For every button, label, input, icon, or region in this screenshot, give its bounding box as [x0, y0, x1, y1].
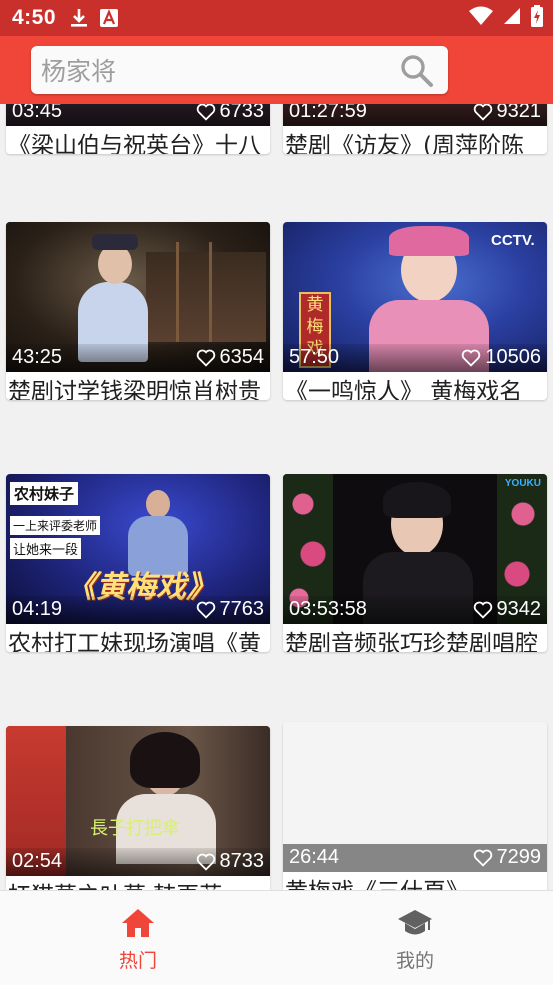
heart-icon	[473, 104, 492, 121]
video-likes: 9342	[473, 598, 542, 621]
thumb-banner-2: 一上来评委老师	[10, 516, 101, 535]
video-card[interactable]: 43:25 6354 楚剧讨学钱梁明惊肖树贵主演	[6, 222, 270, 400]
video-title[interactable]: 楚剧《访友》(周萍阶陈常喜)	[285, 128, 545, 154]
search-icon[interactable]	[400, 54, 434, 92]
video-likes-count: 6354	[219, 346, 265, 368]
search-input[interactable]: 杨家将	[31, 46, 448, 94]
bottom-navigation: 热门 我的	[0, 890, 553, 985]
video-likes: 9321	[473, 104, 542, 123]
graduation-cap-icon	[397, 907, 433, 943]
youku-logo: YOUKU	[504, 478, 541, 489]
video-likes: 8733	[196, 850, 265, 873]
nav-label-mine: 我的	[395, 950, 434, 972]
video-duration: 03:53:58	[289, 598, 367, 620]
thumb-banner-3: 让她来一段	[10, 538, 82, 559]
video-title[interactable]: 《梁山伯与祝英台》十八相送之一	[8, 128, 268, 154]
heart-icon	[473, 601, 492, 619]
video-likes-count: 9321	[496, 104, 542, 122]
video-likes: 10506	[461, 346, 541, 369]
home-icon	[120, 907, 156, 943]
video-thumbnail: 01:27:59 9321	[283, 104, 547, 126]
search-placeholder: 杨家将	[41, 57, 117, 86]
wifi-icon	[469, 6, 493, 31]
video-likes-count: 10506	[485, 346, 541, 368]
video-thumbnail: 黄梅戏 CCTV. 57:50 10506	[283, 222, 547, 372]
video-likes-count: 6733	[219, 104, 265, 122]
heart-icon	[196, 349, 215, 367]
heart-icon	[196, 601, 215, 619]
video-likes-count: 7299	[496, 846, 542, 868]
video-thumbnail: 長子打把傘 02:54 8733	[6, 726, 270, 876]
video-title[interactable]: 黄梅戏《三什頁》	[285, 874, 545, 890]
video-title[interactable]: 扛猫草之叶草 韩再芬	[8, 878, 268, 890]
video-thumbnail: 43:25 6354	[6, 222, 270, 372]
thumb-subtitle: 長子打把傘	[90, 818, 180, 839]
video-card[interactable]: 長子打把傘 02:54 8733 扛猫草之叶草 韩再芬	[6, 726, 270, 890]
heart-icon	[462, 349, 481, 367]
video-duration: 57:50	[289, 346, 340, 368]
video-thumbnail: 26:44 7299	[283, 722, 547, 872]
video-likes-count: 8733	[219, 850, 265, 872]
status-time: 4:50	[12, 6, 57, 29]
video-card[interactable]: 01:27:59 9321 楚剧《访友》(周萍阶陈常喜)	[283, 104, 547, 154]
download-icon	[70, 8, 88, 28]
video-duration: 03:45	[12, 104, 63, 122]
video-duration: 01:27:59	[289, 104, 367, 122]
video-duration: 26:44	[289, 846, 340, 868]
cctv-logo: CCTV.	[491, 232, 535, 249]
video-thumbnail: 农村妹子 一上来评委老师 让她来一段 《黄梅戏》 04:19 7763	[6, 474, 270, 624]
video-card[interactable]: 03:45 6733 《梁山伯与祝英台》十八相送之一	[6, 104, 270, 154]
video-card[interactable]: YOUKU 03:53:58 9342 楚剧音频张巧珍楚剧唱腔专辑_标清	[283, 474, 547, 652]
video-grid: 03:45 6733 《梁山伯与祝英台》十八相送之一 01:27:59 9321…	[0, 104, 553, 890]
cell-signal-icon	[503, 7, 521, 30]
video-card[interactable]: 26:44 7299 黄梅戏《三什頁》	[283, 722, 547, 890]
video-likes: 7763	[196, 598, 265, 621]
video-title[interactable]: 《一鸣惊人》 黄梅戏名家名票组团战 吴…	[285, 374, 545, 400]
nav-label-hot: 热门	[118, 950, 157, 972]
nav-item-hot[interactable]: 热门	[0, 891, 276, 985]
video-title[interactable]: 农村打工妹现场演唱《黄梅戏》，经典旋…	[8, 626, 268, 652]
video-title[interactable]: 楚剧讨学钱梁明惊肖树贵主演	[8, 374, 268, 400]
video-thumbnail: YOUKU 03:53:58 9342	[283, 474, 547, 624]
heart-icon	[196, 104, 215, 121]
app-header: 杨家将	[0, 36, 553, 104]
video-duration: 02:54	[12, 850, 63, 872]
thumb-banner-1: 农村妹子	[10, 482, 79, 505]
heart-icon	[473, 849, 492, 867]
video-likes-count: 9342	[496, 598, 542, 620]
video-likes: 6733	[196, 104, 265, 123]
video-thumbnail: 03:45 6733	[6, 104, 270, 126]
video-card[interactable]: 农村妹子 一上来评委老师 让她来一段 《黄梅戏》 04:19 7763 农村打工…	[6, 474, 270, 652]
heart-icon	[196, 853, 215, 871]
video-card[interactable]: 黄梅戏 CCTV. 57:50 10506 《一鸣惊人》 黄梅戏名家名票组团战 …	[283, 222, 547, 400]
video-likes: 7299	[473, 846, 542, 869]
video-title[interactable]: 楚剧音频张巧珍楚剧唱腔专辑_标清	[285, 626, 545, 652]
status-bar: 4:50	[0, 0, 553, 36]
video-likes: 6354	[196, 346, 265, 369]
nav-item-mine[interactable]: 我的	[277, 891, 553, 985]
battery-charging-icon	[531, 4, 543, 32]
video-likes-count: 7763	[219, 598, 265, 620]
font-a-icon	[100, 9, 119, 27]
video-duration: 04:19	[12, 598, 63, 620]
video-duration: 43:25	[12, 346, 63, 368]
